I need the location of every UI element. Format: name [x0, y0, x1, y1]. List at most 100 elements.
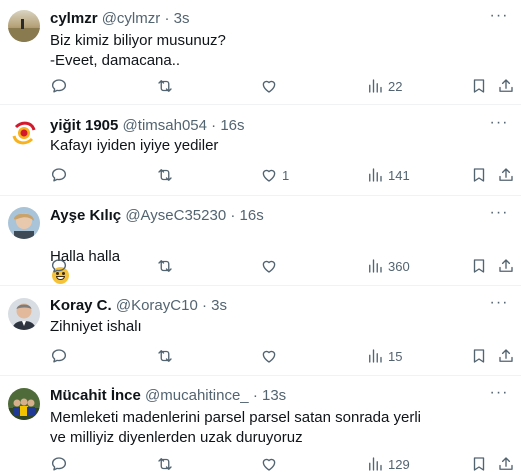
separator: · [164, 10, 170, 27]
share-button[interactable] [497, 76, 515, 96]
share-icon [499, 79, 513, 92]
like-count: 1 [282, 167, 290, 183]
views-count: 141 [388, 167, 410, 183]
handle[interactable]: @cylmzr [102, 10, 161, 27]
display-name[interactable]: Mücahit İnce [50, 387, 141, 404]
handle[interactable]: @AyseC35230 [125, 207, 226, 224]
tweet-text: Memleketi madenlerini parsel parsel sata… [50, 409, 422, 446]
more-options-icon[interactable]: ··· [489, 295, 509, 316]
like-icon [262, 458, 276, 471]
reply-icon [51, 259, 67, 273]
handle[interactable]: @timsah054 [123, 117, 207, 134]
action-bar: 360 [0, 256, 521, 276]
avatar[interactable] [8, 388, 40, 420]
retweet-button[interactable] [156, 454, 178, 474]
timestamp[interactable]: 16s [240, 207, 264, 224]
like-button[interactable] [260, 256, 282, 276]
share-button[interactable] [497, 454, 515, 474]
retweet-button[interactable] [156, 76, 178, 96]
avatar[interactable] [8, 298, 40, 330]
reply-icon [51, 349, 67, 363]
reply-button[interactable] [50, 76, 72, 96]
bookmark-button[interactable] [470, 76, 488, 96]
views-icon [369, 259, 382, 273]
tweet[interactable]: Ayşe Kılıç @AyseC35230 · 16s ··· Halla h… [0, 196, 521, 286]
share-button[interactable] [497, 256, 515, 276]
reply-icon [51, 457, 67, 471]
bookmark-button[interactable] [470, 346, 488, 366]
like-button[interactable] [260, 76, 282, 96]
more-options-icon[interactable]: ··· [489, 115, 509, 136]
views-icon [369, 349, 382, 363]
views-button[interactable]: 360 [366, 256, 410, 276]
retweet-button[interactable] [156, 165, 178, 185]
timestamp[interactable]: 16s [220, 117, 244, 134]
like-button[interactable] [260, 346, 282, 366]
tweet-text: Zihniyet ishalı [50, 318, 142, 335]
bookmark-button[interactable] [470, 165, 488, 185]
tweet[interactable]: Koray C. @KorayC10 · 3s ··· Zihniyet ish… [0, 286, 521, 376]
share-button[interactable] [497, 346, 515, 366]
share-icon [499, 457, 513, 470]
share-button[interactable] [497, 165, 515, 185]
like-button[interactable] [260, 454, 282, 474]
bookmark-icon [473, 259, 485, 273]
avatar[interactable] [8, 207, 40, 239]
separator: · [201, 297, 207, 314]
share-icon [499, 349, 513, 362]
reply-button[interactable] [50, 256, 72, 276]
like-button[interactable]: 1 [260, 165, 289, 185]
handle[interactable]: @mucahitince_ [145, 387, 249, 404]
like-icon [262, 169, 276, 182]
views-count: 129 [388, 456, 410, 472]
display-name[interactable]: yiğit 1905 [50, 117, 118, 134]
display-name[interactable]: cylmzr [50, 10, 98, 27]
retweet-button[interactable] [156, 346, 178, 366]
bookmark-icon [473, 168, 485, 182]
tweet[interactable]: Mücahit İnce @mucahitince_ · 13s ··· Mem… [0, 376, 521, 472]
tweet-text: Biz kimiz biliyor musunuz? -Eveet, damac… [50, 32, 226, 69]
timestamp[interactable]: 3s [174, 10, 190, 27]
tweet[interactable]: cylmzr @cylmzr · 3s ··· Biz kimiz biliyo… [0, 0, 521, 105]
timestamp[interactable]: 3s [211, 297, 227, 314]
tweet-header: Ayşe Kılıç @AyseC35230 · 16s [50, 206, 264, 226]
retweet-icon [158, 350, 172, 362]
separator: · [230, 207, 236, 224]
views-icon [369, 168, 382, 182]
reply-button[interactable] [50, 346, 72, 366]
views-button[interactable]: 22 [366, 76, 402, 96]
timestamp[interactable]: 13s [262, 387, 286, 404]
retweet-icon [158, 458, 172, 470]
views-count: 15 [388, 348, 403, 364]
like-icon [262, 80, 276, 93]
views-count: 360 [388, 258, 410, 274]
bookmark-button[interactable] [470, 256, 488, 276]
reply-button[interactable] [50, 454, 72, 474]
tweet-header: Mücahit İnce @mucahitince_ · 13s [50, 386, 286, 406]
views-button[interactable]: 141 [366, 165, 410, 185]
retweet-button[interactable] [156, 256, 178, 276]
bookmark-icon [473, 349, 485, 363]
avatar[interactable] [8, 10, 40, 42]
action-bar: 1 141 [0, 165, 521, 185]
retweet-icon [158, 80, 172, 92]
like-icon [262, 350, 276, 363]
bookmark-button[interactable] [470, 454, 488, 474]
views-button[interactable]: 129 [366, 454, 410, 474]
views-count: 22 [388, 78, 403, 94]
reply-icon [51, 79, 67, 93]
display-name[interactable]: Koray C. [50, 297, 112, 314]
more-options-icon[interactable]: ··· [489, 385, 509, 406]
avatar[interactable] [8, 117, 40, 149]
reply-button[interactable] [50, 165, 72, 185]
views-button[interactable]: 15 [366, 346, 402, 366]
handle[interactable]: @KorayC10 [116, 297, 198, 314]
retweet-icon [158, 260, 172, 272]
tweet[interactable]: yiğit 1905 @timsah054 · 16s ··· Kafayı i… [0, 105, 521, 196]
display-name[interactable]: Ayşe Kılıç [50, 207, 121, 224]
tweet-header: Koray C. @KorayC10 · 3s [50, 296, 227, 316]
more-options-icon[interactable]: ··· [489, 8, 509, 29]
more-options-icon[interactable]: ··· [489, 205, 509, 226]
separator: · [252, 387, 258, 404]
tweet-header: yiğit 1905 @timsah054 · 16s [50, 116, 245, 136]
